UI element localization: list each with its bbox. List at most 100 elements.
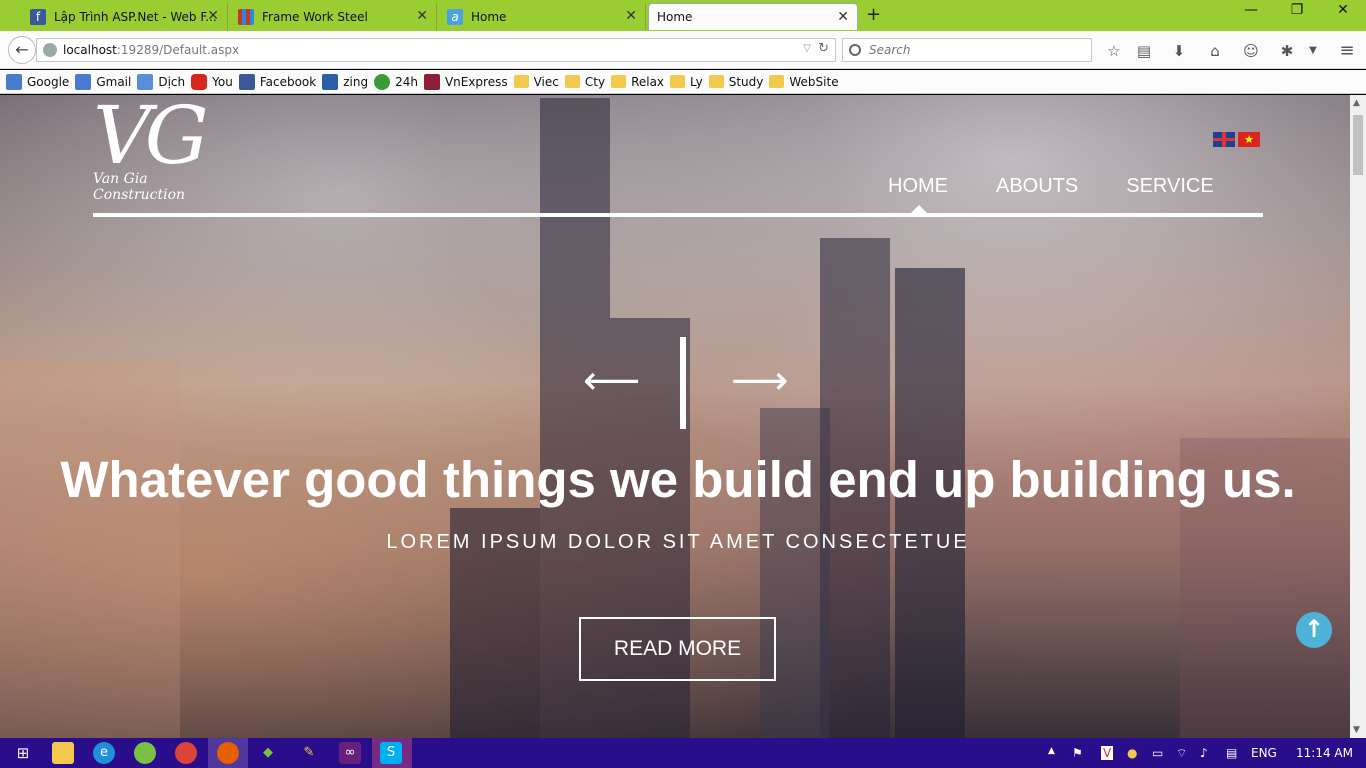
hamburger-menu-icon[interactable]: ≡: [1336, 40, 1358, 62]
site-logo[interactable]: VG Van Gia Construction: [93, 95, 243, 203]
vietkey-icon[interactable]: V: [1101, 746, 1114, 760]
search-input[interactable]: [869, 43, 1079, 57]
bookmark-gmail[interactable]: Gmail: [75, 73, 131, 90]
skype-icon[interactable]: S: [380, 742, 402, 764]
tab-frame-work-steel[interactable]: Frame Work Steel ✕: [230, 3, 437, 30]
next-arrow-icon[interactable]: ⟶: [731, 361, 788, 401]
bookmark-label: VnExpress: [444, 74, 508, 89]
folder-icon: [670, 75, 686, 88]
bookmark-label: Study: [728, 74, 764, 89]
close-window-icon[interactable]: ✕: [1320, 0, 1366, 22]
search-bar[interactable]: [842, 38, 1092, 62]
search-icon: [849, 44, 861, 56]
tools-icon[interactable]: ✎: [298, 742, 320, 764]
scroll-to-top-icon[interactable]: ↑: [1296, 612, 1332, 648]
restore-icon[interactable]: ❐: [1274, 0, 1320, 22]
file-explorer-icon[interactable]: [52, 742, 74, 764]
main-menu: HOME ABOUTS SERVICE: [888, 175, 1214, 198]
reload-icon[interactable]: ↻: [818, 41, 829, 56]
bookmark-facebook[interactable]: Facebook: [238, 73, 316, 90]
chrome-icon[interactable]: [175, 742, 197, 764]
folder-icon: [769, 75, 785, 88]
facebook-icon: [238, 73, 255, 90]
menu-item-home[interactable]: HOME: [888, 175, 948, 198]
security-icon[interactable]: ●: [1127, 746, 1137, 760]
uk-flag-icon[interactable]: [1213, 132, 1235, 147]
internet-explorer-icon[interactable]: e: [93, 742, 115, 764]
bookmark-folder-website[interactable]: WebSite: [769, 75, 839, 89]
firefox-icon[interactable]: [217, 742, 239, 764]
youtube-icon: [191, 73, 208, 90]
app-icon[interactable]: [134, 742, 156, 764]
bookmark-folder-study[interactable]: Study: [708, 74, 764, 89]
url-bar[interactable]: localhost:19289/Default.aspx ▽ ↻: [36, 38, 836, 62]
gmail-icon: [75, 73, 92, 90]
close-tab-icon[interactable]: ✕: [837, 9, 849, 25]
bookmark-vnexpress[interactable]: VnExpress: [423, 73, 508, 90]
menu-item-service[interactable]: SERVICE: [1126, 175, 1213, 198]
close-tab-icon[interactable]: ✕: [625, 8, 637, 24]
tab-home-active[interactable]: Home ✕: [648, 3, 858, 30]
tray-expand-icon[interactable]: ▲: [1048, 746, 1055, 756]
folder-icon: [513, 75, 529, 88]
language-switcher: ★: [1213, 132, 1260, 147]
dropdown-arrow-icon[interactable]: ▼: [1302, 40, 1324, 62]
slider-divider: [680, 337, 686, 429]
bookmark-label: zing: [343, 74, 369, 89]
back-arrow-icon[interactable]: ←: [8, 36, 36, 64]
new-tab-icon[interactable]: +: [866, 4, 881, 25]
close-tab-icon[interactable]: ✕: [207, 8, 219, 24]
tab-title: Home: [657, 10, 693, 24]
bookmark-google[interactable]: Google: [6, 73, 69, 90]
facebook-favicon-icon: f: [30, 8, 46, 25]
read-more-button[interactable]: READ MORE: [579, 617, 776, 681]
chat-icon[interactable]: ☺: [1240, 40, 1262, 62]
vietnam-flag-icon[interactable]: ★: [1238, 132, 1260, 147]
grid-favicon-icon: [238, 8, 254, 25]
download-icon[interactable]: ⬇: [1168, 40, 1190, 62]
close-tab-icon[interactable]: ✕: [416, 8, 428, 24]
language-indicator[interactable]: ENG: [1251, 746, 1277, 760]
dropdown-arrow-icon[interactable]: ▽: [803, 43, 811, 54]
bookmark-24h[interactable]: 24h: [374, 73, 418, 90]
bookmark-label: Cty: [584, 74, 606, 89]
bookmark-dich[interactable]: Dịch: [137, 73, 186, 90]
bookmark-label: 24h: [395, 74, 418, 89]
visual-studio-icon[interactable]: ∞: [339, 742, 361, 764]
page-scrollbar[interactable]: ▲ ▼: [1350, 95, 1366, 738]
wifi-icon[interactable]: ⌔: [1176, 746, 1187, 761]
bookmark-folder-viec[interactable]: Viec: [513, 74, 559, 89]
scroll-up-arrow-icon[interactable]: ▲: [1353, 98, 1360, 108]
previous-arrow-icon[interactable]: ⟵: [583, 361, 640, 401]
url-host: localhost: [63, 43, 117, 57]
scrollbar-thumb[interactable]: [1353, 115, 1363, 175]
battery-icon[interactable]: ▭: [1152, 746, 1163, 760]
notification-icon[interactable]: ▤: [1226, 746, 1237, 760]
bookmark-zing[interactable]: zing: [322, 73, 369, 90]
browser-tab-strip: f Lập Trình ASP.Net - Web F... ✕ Frame W…: [0, 0, 1366, 31]
menu-item-abouts[interactable]: ABOUTS: [996, 175, 1078, 198]
windows-taskbar: ⊞ e ◆ ✎ ∞ S ▲ ⚑ V ● ▭ ⌔ ♪ ▤ ENG 11:14 AM: [0, 738, 1366, 768]
android-icon[interactable]: ◆: [257, 742, 279, 764]
bookmark-label: Viec: [533, 74, 559, 89]
bookmark-youtube[interactable]: You: [191, 73, 233, 90]
bookmark-star-icon[interactable]: ☆: [1103, 40, 1125, 62]
network-users-icon[interactable]: ⚑: [1072, 746, 1083, 760]
minimize-icon[interactable]: —: [1228, 0, 1274, 22]
home-icon[interactable]: ⌂: [1204, 40, 1226, 62]
volume-icon[interactable]: ♪: [1200, 746, 1208, 760]
bookmark-folder-ly[interactable]: Ly: [670, 75, 703, 89]
bookmark-label: Dịch: [158, 74, 186, 89]
clock-time[interactable]: 11:14 AM: [1296, 746, 1353, 760]
reading-list-icon[interactable]: ▤: [1133, 40, 1155, 62]
extension-icon[interactable]: ✱: [1276, 40, 1298, 62]
tab-home-1[interactable]: a Home ✕: [439, 3, 646, 30]
tab-asp-net[interactable]: f Lập Trình ASP.Net - Web F... ✕: [22, 3, 228, 30]
bookmark-folder-cty[interactable]: Cty: [564, 74, 606, 89]
tab-title: Home: [471, 9, 507, 24]
windows-start-icon[interactable]: ⊞: [12, 742, 34, 764]
tab-title: Frame Work Steel: [262, 9, 368, 24]
bookmark-folder-relax[interactable]: Relax: [611, 75, 664, 89]
scroll-down-arrow-icon[interactable]: ▼: [1353, 725, 1360, 735]
bookmark-label: Ly: [690, 74, 703, 89]
